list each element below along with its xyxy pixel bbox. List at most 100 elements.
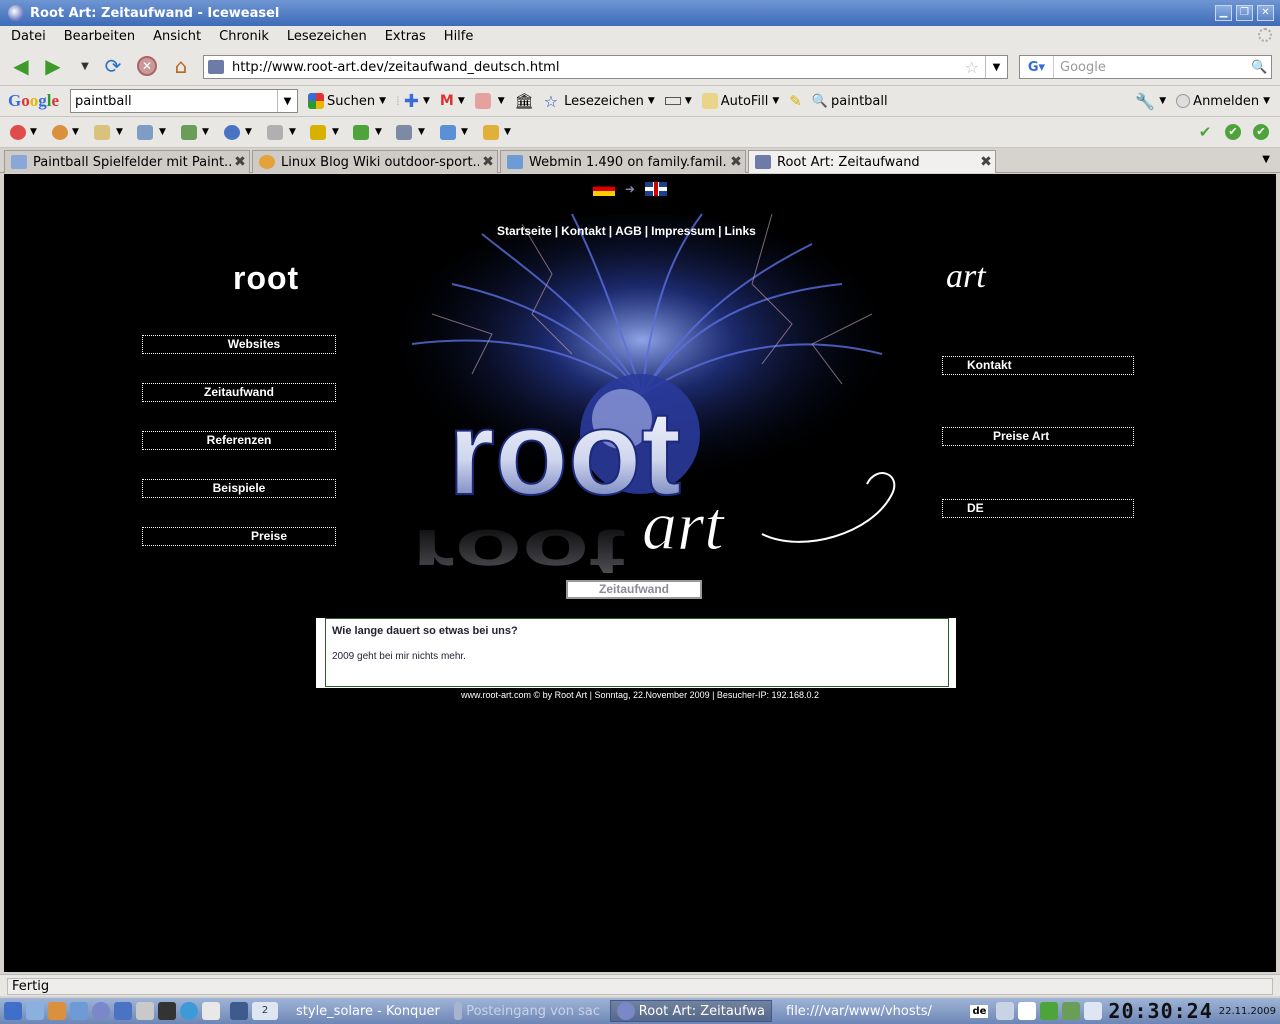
- reload-button[interactable]: ⟳: [100, 54, 126, 78]
- resize-icon[interactable]: [353, 125, 369, 140]
- nav-agb-link[interactable]: AGB: [615, 224, 642, 238]
- task-root-art[interactable]: Root Art: Zeitaufwa: [610, 1000, 772, 1022]
- tab-close-icon[interactable]: ✖: [727, 154, 745, 170]
- share-button[interactable]: ▼: [474, 93, 505, 109]
- keyboard-layout-indicator[interactable]: de: [970, 1004, 989, 1018]
- nav-kontakt-button[interactable]: Kontakt: [942, 356, 1134, 375]
- validate-html-icon[interactable]: ✔: [1253, 124, 1269, 140]
- information-icon[interactable]: [224, 125, 240, 140]
- search-engine-google-icon[interactable]: G▾: [1020, 56, 1054, 78]
- browser-icon[interactable]: [92, 1002, 110, 1020]
- menu-lesezeichen[interactable]: Lesezeichen: [276, 29, 374, 44]
- nav-de-button[interactable]: DE: [942, 499, 1134, 518]
- wrench-button[interactable]: 🔧 ▼: [1135, 92, 1166, 111]
- google-search-input[interactable]: paintball: [71, 94, 277, 109]
- pager-desktop-2[interactable]: 2: [252, 1002, 278, 1020]
- terminal-icon[interactable]: [158, 1002, 176, 1020]
- lesezeichen-button[interactable]: ☆ Lesezeichen ▼: [544, 92, 655, 111]
- outline-icon[interactable]: [310, 125, 326, 140]
- database-icon[interactable]: [1062, 1002, 1081, 1020]
- miscellaneous-icon[interactable]: [267, 125, 283, 140]
- forms-icon[interactable]: [137, 125, 153, 140]
- task-style-solare[interactable]: style_solare - Konquer: [286, 1000, 444, 1022]
- tab-linux-blog[interactable]: Linux Blog Wiki outdoor-sport... ✖: [252, 150, 498, 173]
- menu-hilfe[interactable]: Hilfe: [433, 29, 481, 44]
- sidewiki-button[interactable]: 🏛: [515, 92, 534, 110]
- options-icon[interactable]: [483, 125, 499, 140]
- search-go-icon[interactable]: 🔍: [1251, 60, 1271, 75]
- popup-blocker-button[interactable]: ▼: [664, 96, 692, 106]
- home-folder-icon[interactable]: [48, 1002, 66, 1020]
- url-dropdown-icon[interactable]: ▼: [985, 56, 1007, 78]
- kde-menu-icon[interactable]: [4, 1002, 22, 1020]
- tab-close-icon[interactable]: ✖: [977, 154, 995, 170]
- maximize-button[interactable]: ❐: [1236, 5, 1253, 21]
- nav-startseite-link[interactable]: Startseite: [497, 224, 552, 238]
- checkmark-icon[interactable]: ✔: [1197, 124, 1213, 140]
- editor-icon[interactable]: [136, 1002, 154, 1020]
- nav-kontakt-link[interactable]: Kontakt: [561, 224, 606, 238]
- tab-close-icon[interactable]: ✖: [479, 154, 497, 170]
- stop-button[interactable]: ✕: [134, 54, 160, 78]
- highlight-button[interactable]: ✎: [789, 92, 802, 110]
- nav-websites-button[interactable]: Websites: [142, 335, 336, 354]
- menu-ansicht[interactable]: Ansicht: [142, 29, 208, 44]
- validate-css-icon[interactable]: ✔: [1225, 124, 1241, 140]
- pager-desktop-1-icon[interactable]: [230, 1002, 248, 1020]
- clock[interactable]: 20:30:24: [1108, 999, 1212, 1023]
- nav-beispiele-button[interactable]: Beispiele: [142, 479, 336, 498]
- google-search-dropdown-icon[interactable]: ▼: [277, 90, 297, 112]
- css-icon[interactable]: [94, 125, 110, 140]
- tab-paintball[interactable]: Paintball Spielfelder mit Paint... ✖: [4, 150, 250, 173]
- home-button[interactable]: ⌂: [168, 54, 194, 78]
- nav-zeitaufwand-button[interactable]: Zeitaufwand: [142, 383, 336, 402]
- tab-close-icon[interactable]: ✖: [231, 154, 249, 170]
- disable-icon[interactable]: [10, 125, 26, 140]
- tab-webmin[interactable]: Webmin 1.490 on family.famil... ✖: [500, 150, 746, 173]
- tab-list-dropdown-icon[interactable]: ▼: [1262, 154, 1270, 165]
- history-dropdown-icon[interactable]: ▼: [72, 54, 98, 78]
- nav-links-link[interactable]: Links: [725, 224, 756, 238]
- gmail-button[interactable]: M ▼: [440, 93, 465, 109]
- cookies-icon[interactable]: [52, 125, 68, 140]
- tab-root-art[interactable]: Root Art: Zeitaufwand ✖: [748, 150, 996, 173]
- view-source-icon[interactable]: [440, 125, 456, 140]
- notes-icon[interactable]: [202, 1002, 220, 1020]
- minimize-button[interactable]: ▁: [1215, 5, 1232, 21]
- package-icon[interactable]: [114, 1002, 132, 1020]
- url-input[interactable]: http://www.root-art.dev/zeitaufwand_deut…: [232, 60, 965, 75]
- show-desktop-icon[interactable]: [26, 1002, 44, 1020]
- google-plus-button[interactable]: ⁞ ✚ ▼: [396, 91, 430, 112]
- tools-icon[interactable]: [396, 125, 412, 140]
- task-posteingang[interactable]: Posteingang von sac: [448, 1000, 606, 1022]
- back-button[interactable]: ◀: [8, 54, 34, 78]
- search-input[interactable]: Google: [1054, 60, 1251, 75]
- nav-impressum-link[interactable]: Impressum: [651, 224, 715, 238]
- klipper-icon[interactable]: [1018, 1002, 1037, 1020]
- menu-extras[interactable]: Extras: [374, 29, 433, 44]
- google-search-box[interactable]: paintball ▼: [70, 89, 298, 113]
- bookmark-star-icon[interactable]: ☆: [965, 58, 979, 77]
- network-icon[interactable]: [180, 1002, 198, 1020]
- nav-referenzen-button[interactable]: Referenzen: [142, 431, 336, 450]
- search-term-paintball-button[interactable]: 🔍 paintball: [812, 94, 888, 109]
- display-icon[interactable]: [1084, 1002, 1103, 1020]
- update-icon[interactable]: [1040, 1002, 1059, 1020]
- task-file-browser[interactable]: file:///var/www/vhosts/: [776, 1000, 936, 1022]
- konqueror-icon[interactable]: [70, 1002, 88, 1020]
- tab-bar: Paintball Spielfelder mit Paint... ✖ Lin…: [0, 148, 1280, 173]
- nav-preise-button[interactable]: Preise: [142, 527, 336, 546]
- close-window-button[interactable]: ✕: [1257, 5, 1274, 21]
- volume-icon[interactable]: [996, 1002, 1015, 1020]
- menu-bearbeiten[interactable]: Bearbeiten: [53, 29, 142, 44]
- images-icon[interactable]: [181, 125, 197, 140]
- search-bar[interactable]: G▾ Google 🔍: [1019, 55, 1272, 79]
- anmelden-button[interactable]: Anmelden ▼: [1176, 94, 1270, 109]
- forward-button[interactable]: ▶: [40, 54, 66, 78]
- url-bar[interactable]: http://www.root-art.dev/zeitaufwand_deut…: [203, 55, 1008, 79]
- menu-chronik[interactable]: Chronik: [208, 29, 276, 44]
- nav-preise-art-button[interactable]: Preise Art: [942, 427, 1134, 446]
- google-suchen-button[interactable]: Suchen ▼: [308, 93, 386, 109]
- menu-datei[interactable]: Datei: [0, 29, 53, 44]
- autofill-button[interactable]: AutoFill ▼: [701, 93, 779, 109]
